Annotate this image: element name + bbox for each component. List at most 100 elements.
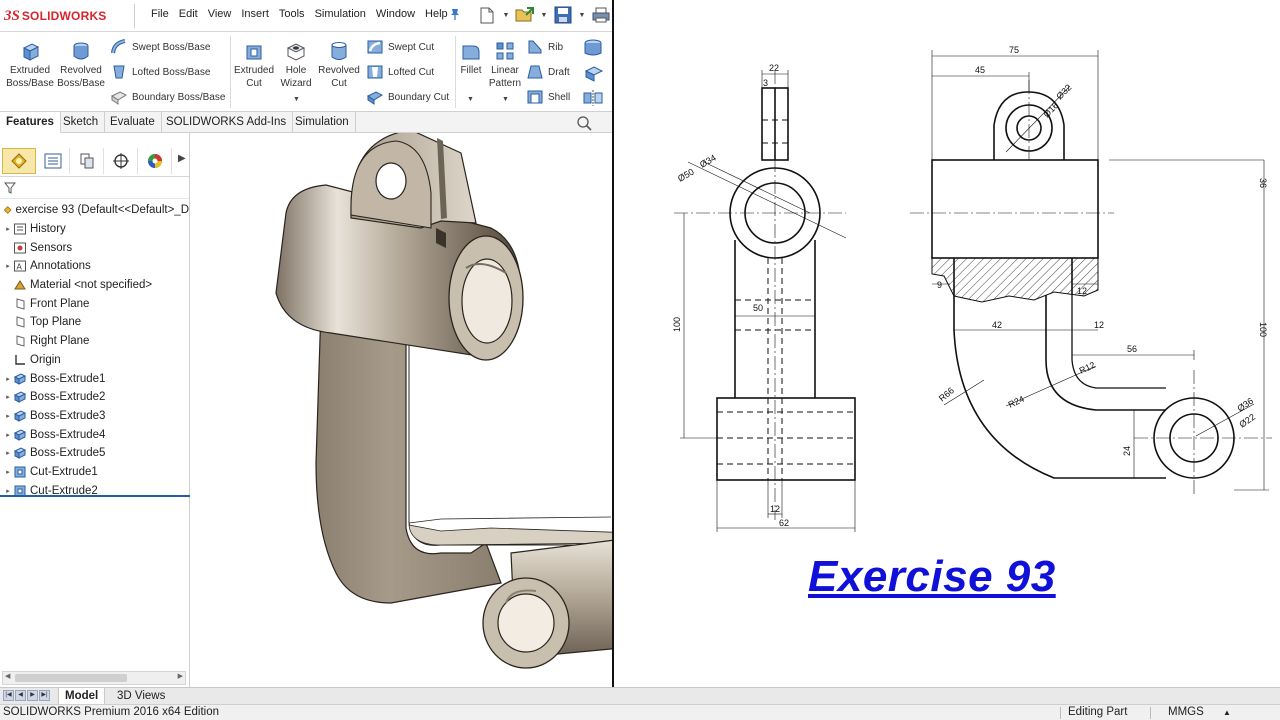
tree-item-boss-extrude1[interactable]: ▸ Boss-Extrude1 [0, 369, 189, 388]
expand-arrow-icon[interactable]: ▸ [3, 487, 13, 495]
tree-item-cut-extrude2[interactable]: ▸ Cut-Extrude2 [0, 481, 189, 500]
chevron-down-icon[interactable]: ▼ [540, 4, 548, 26]
zoom-search-icon[interactable] [576, 115, 594, 131]
feature-tree-tab[interactable] [2, 148, 36, 174]
tab-simulation[interactable]: Simulation [289, 112, 356, 133]
hole-wizard-button[interactable]: Hole Wizard [278, 40, 314, 90]
horizontal-scrollbar[interactable]: ◀ ▶ [2, 671, 186, 685]
tree-item-label: Annotations [30, 260, 91, 273]
rib-button[interactable]: Rib [526, 38, 563, 56]
tree-item-front-plane[interactable]: Front Plane [0, 294, 189, 313]
open-icon[interactable] [514, 4, 536, 26]
chevron-down-icon[interactable]: ▼ [578, 4, 586, 26]
tree-item-label: Boss-Extrude5 [30, 447, 106, 460]
expand-arrow-icon[interactable]: ▸ [3, 449, 13, 457]
chevron-down-icon[interactable]: ▼ [502, 4, 510, 26]
revolved-cut-button[interactable]: Revolved Cut [316, 40, 362, 90]
tree-item-boss-extrude3[interactable]: ▸ Boss-Extrude3 [0, 407, 189, 426]
extruded-cut-button[interactable]: Extruded Cut [232, 40, 276, 90]
tab-model[interactable]: Model [58, 688, 106, 705]
expand-arrow-icon[interactable]: ▸ [3, 412, 13, 420]
tree-item-boss-extrude4[interactable]: ▸ Boss-Extrude4 [0, 425, 189, 444]
shell-button[interactable]: Shell [526, 88, 570, 106]
tab-solidworks-add-ins[interactable]: SOLIDWORKS Add-Ins [160, 112, 294, 133]
menu-simulation[interactable]: Simulation [310, 8, 371, 20]
wrap-icon[interactable] [582, 38, 604, 58]
first-tab-icon[interactable]: |◀ [3, 690, 14, 701]
plane-icon [16, 298, 25, 310]
expand-arrow-icon[interactable]: ▸ [3, 431, 13, 439]
menu-file[interactable]: File [146, 8, 174, 20]
lofted-boss-button[interactable]: Lofted Boss/Base [110, 63, 210, 81]
pin-icon[interactable] [448, 7, 462, 21]
scroll-left-icon[interactable]: ◀ [5, 672, 10, 680]
menu-edit[interactable]: Edit [174, 8, 203, 20]
dim-12-right: 12 [1077, 286, 1087, 296]
tab-evaluate[interactable]: Evaluate [104, 112, 162, 133]
display-manager-tab[interactable] [138, 148, 172, 174]
revolved-boss-button[interactable]: Revolved Boss/Base [56, 40, 106, 90]
tree-root-part[interactable]: exercise 93 (Default<<Default>_D [0, 201, 189, 220]
scroll-right-icon[interactable]: ▶ [178, 672, 183, 680]
previous-tab-icon[interactable]: ◀ [15, 690, 26, 701]
menu-window[interactable]: Window [371, 8, 420, 20]
mirror-icon[interactable] [582, 88, 604, 108]
extruded-boss-button[interactable]: Extruded Boss/Base [6, 40, 54, 90]
dimxpert-manager-tab[interactable] [104, 148, 138, 174]
tree-item-history[interactable]: ▸ History [0, 220, 189, 239]
linear-pattern-button[interactable]: Linear Pattern [487, 40, 523, 90]
tree-item-annotations[interactable]: ▸ A Annotations [0, 257, 189, 276]
expand-arrow-icon[interactable]: ▸ [3, 262, 13, 270]
expand-arrow-icon[interactable]: ▸ [3, 375, 13, 383]
menu-insert[interactable]: Insert [236, 8, 274, 20]
expand-arrow-icon[interactable]: ▸ [3, 468, 13, 476]
chevron-down-icon[interactable]: ▼ [502, 96, 509, 103]
new-document-icon[interactable] [476, 4, 498, 26]
lofted-cut-label: Lofted Cut [388, 66, 435, 78]
tree-item-material-not-specified[interactable]: Material <not specified> [0, 276, 189, 295]
tab-3d-views[interactable]: 3D Views [112, 688, 170, 705]
tree-item-origin[interactable]: Origin [0, 351, 189, 370]
tree-filter[interactable] [0, 177, 189, 199]
next-tab-icon[interactable]: ▶ [27, 690, 38, 701]
tab-sketch[interactable]: Sketch [57, 112, 106, 133]
dim-r12: R12 [1078, 360, 1097, 376]
swept-boss-button[interactable]: Swept Boss/Base [110, 38, 210, 56]
menu-tools[interactable]: Tools [274, 8, 310, 20]
boundary-cut-button[interactable]: Boundary Cut [366, 88, 449, 106]
tree-item-boss-extrude2[interactable]: ▸ Boss-Extrude2 [0, 388, 189, 407]
expand-arrow-icon[interactable]: ▸ [3, 393, 13, 401]
last-tab-icon[interactable]: ▶| [39, 690, 50, 701]
boundary-boss-button[interactable]: Boundary Boss/Base [110, 88, 225, 106]
property-manager-tab[interactable] [36, 148, 70, 174]
tree-item-boss-extrude5[interactable]: ▸ Boss-Extrude5 [0, 444, 189, 463]
tab-features[interactable]: Features [0, 112, 61, 133]
expand-arrow-icon[interactable]: ▸ [3, 225, 13, 233]
swept-cut-button[interactable]: Swept Cut [366, 38, 434, 56]
fillet-button[interactable]: Fillet [457, 40, 485, 77]
menu-view[interactable]: View [203, 8, 237, 20]
graphics-viewport[interactable] [191, 129, 681, 687]
chevron-right-icon[interactable]: ▶ [178, 153, 186, 164]
chevron-down-icon[interactable]: ▼ [293, 96, 300, 103]
feature-tree-icon [11, 153, 27, 169]
tree-item-cut-extrude1[interactable]: ▸ Cut-Extrude1 [0, 463, 189, 482]
intersect-icon[interactable] [582, 63, 604, 83]
chevron-down-icon[interactable]: ▼ [467, 96, 474, 103]
ds-logo-mark: 3S [4, 7, 20, 24]
lofted-cut-button[interactable]: Lofted Cut [366, 63, 434, 81]
print-icon[interactable] [590, 4, 612, 26]
scrollbar-thumb[interactable] [15, 674, 127, 682]
dim-12-bottom: 12 [770, 504, 780, 514]
configuration-manager-tab[interactable] [70, 148, 104, 174]
draft-button[interactable]: Draft [526, 63, 570, 81]
rollback-bar[interactable] [0, 495, 190, 497]
save-icon[interactable] [552, 4, 574, 26]
tree-item-right-plane[interactable]: Right Plane [0, 332, 189, 351]
dim-75: 75 [1009, 45, 1019, 55]
unit-system[interactable]: MMGS [1168, 705, 1204, 720]
tree-item-top-plane[interactable]: Top Plane [0, 313, 189, 332]
chevron-up-icon[interactable]: ▲ [1223, 705, 1231, 720]
tree-item-sensors[interactable]: Sensors [0, 238, 189, 257]
swept-boss-icon [111, 39, 126, 54]
